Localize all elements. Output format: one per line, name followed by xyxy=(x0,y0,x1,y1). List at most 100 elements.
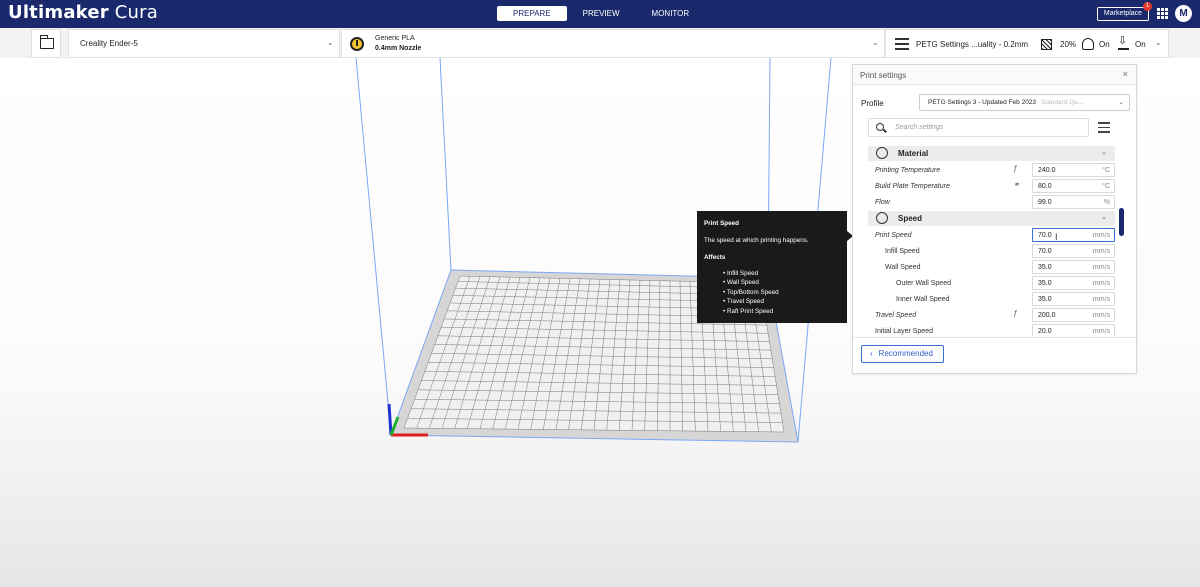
setting-field[interactable]: 20.0 mm/s xyxy=(1032,324,1115,336)
setting-row: Initial Layer Speed 20.0 mm/s xyxy=(868,324,1115,336)
text-cursor-icon: I xyxy=(1055,232,1058,242)
setting-value: 35.0 xyxy=(1038,280,1052,287)
chevron-down-icon: ⌄ xyxy=(327,38,334,47)
setting-label: Print Speed xyxy=(875,232,912,239)
divider xyxy=(853,337,1136,338)
folder-icon xyxy=(39,35,54,49)
setting-unit: mm/s xyxy=(1092,296,1110,303)
tab-monitor[interactable]: MONITOR xyxy=(636,6,706,21)
top-bar: Ultimaker Cura PREPARE PREVIEW MONITOR M… xyxy=(0,0,1200,28)
setting-label: Inner Wall Speed xyxy=(896,296,950,303)
setting-row: Travel Speed ƒ 200.0 mm/s xyxy=(868,308,1115,323)
setting-row: Infill Speed 70.0 mm/s xyxy=(868,244,1115,259)
setting-row: Build Plate Temperature ⚭ 80.0 °C xyxy=(868,179,1115,194)
speed-category-icon xyxy=(876,212,888,224)
setting-value: 99.0 xyxy=(1038,199,1052,206)
setting-field[interactable]: 240.0 °C xyxy=(1032,163,1115,177)
printer-selector[interactable]: Creality Ender-5 ⌄ xyxy=(68,29,340,58)
print-settings-panel: Print settings × Profile PETG Settings 3… xyxy=(852,64,1137,374)
close-icon[interactable]: × xyxy=(1123,69,1128,79)
setting-label: Build Plate Temperature xyxy=(875,183,950,190)
apps-grid-icon[interactable] xyxy=(1157,8,1168,19)
material-selector[interactable]: Generic PLA 0.4mm Nozzle ⌄ xyxy=(341,29,885,58)
setting-label: Wall Speed xyxy=(885,264,921,271)
build-volume-edge xyxy=(355,58,392,436)
tooltip-affects-label: Affects xyxy=(704,254,726,261)
function-icon: ƒ xyxy=(1013,164,1018,173)
open-file-button[interactable] xyxy=(31,29,61,58)
setting-unit: °C xyxy=(1102,167,1110,174)
setting-label: Printing Temperature xyxy=(875,167,941,174)
setting-field[interactable]: 70.0 mm/s xyxy=(1032,244,1115,258)
setting-value: 240.0 xyxy=(1038,167,1056,174)
settings-list: Material ⌄ Printing Temperature ƒ 240.0 … xyxy=(868,145,1115,336)
chevron-down-icon: ⌄ xyxy=(872,38,879,47)
tooltip-description: The speed at which printing happens. xyxy=(704,237,809,244)
tooltip-affects-list: • Infill Speed • Wall Speed • Top/Bottom… xyxy=(723,269,779,316)
panel-title: Print settings xyxy=(860,71,907,80)
infill-value: 20% xyxy=(1060,40,1077,49)
setting-row: Wall Speed 35.0 mm/s xyxy=(868,260,1115,275)
setting-label: Outer Wall Speed xyxy=(896,280,951,287)
setting-field[interactable]: 99.0 % xyxy=(1032,195,1115,209)
chevron-down-icon: ⌄ xyxy=(1155,38,1162,47)
material-name: Generic PLA xyxy=(375,35,415,42)
tab-prepare[interactable]: PREPARE xyxy=(497,6,567,21)
settings-scrollbar[interactable] xyxy=(1119,208,1124,236)
setting-field[interactable]: 35.0 mm/s xyxy=(1032,292,1115,306)
tooltip-affects-item: • Infill Speed xyxy=(723,270,759,277)
marketplace-button[interactable]: Marketplace xyxy=(1097,7,1149,21)
setting-value: 80.0 xyxy=(1038,183,1052,190)
print-settings-selector[interactable]: PETG Settings ...uality - 0.2mm 20% On O… xyxy=(885,29,1169,58)
setting-label: Flow xyxy=(875,199,890,206)
setting-row: Inner Wall Speed 35.0 mm/s xyxy=(868,292,1115,307)
setting-value: 35.0 xyxy=(1038,296,1052,303)
category-speed[interactable]: Speed ⌄ xyxy=(868,211,1115,226)
setting-unit: mm/s xyxy=(1092,280,1110,287)
account-avatar[interactable]: M xyxy=(1175,5,1192,22)
setting-label: Travel Speed xyxy=(875,312,917,319)
panel-header: Print settings × xyxy=(853,65,1136,85)
tooltip-affects-item: • Raft Print Speed xyxy=(723,307,774,315)
setting-row: Flow 99.0 % xyxy=(868,195,1115,210)
profile-dropdown[interactable]: PETG Settings 3 - Updated Feb 2023 Standa… xyxy=(919,94,1130,111)
setting-unit: mm/s xyxy=(1092,264,1110,271)
adhesion-icon xyxy=(1118,34,1129,50)
search-input[interactable]: Search settings xyxy=(868,118,1089,137)
z-axis-indicator xyxy=(387,403,393,436)
setting-unit: mm/s xyxy=(1092,248,1110,255)
settings-profile-label: PETG Settings ...uality - 0.2mm xyxy=(916,40,1029,49)
recommended-button[interactable]: ‹ Recommended xyxy=(861,345,944,363)
setting-field[interactable]: 80.0 °C xyxy=(1032,179,1115,193)
tab-preview[interactable]: PREVIEW xyxy=(567,6,636,21)
setting-field[interactable]: 35.0 mm/s xyxy=(1032,260,1115,274)
link-icon: ⚭ xyxy=(1013,180,1020,189)
build-volume-edge xyxy=(439,58,452,271)
profile-quality: Standard Qu... xyxy=(1041,99,1084,106)
setting-label: Infill Speed xyxy=(885,248,920,255)
adhesion-value: On xyxy=(1135,40,1146,49)
search-placeholder: Search settings xyxy=(895,124,944,131)
sliders-icon xyxy=(895,38,909,50)
setting-unit: °C xyxy=(1102,183,1110,190)
setting-unit: mm/s xyxy=(1092,312,1110,319)
material-category-icon xyxy=(876,147,888,159)
tooltip-affects-item: • Travel Speed xyxy=(723,298,765,306)
setting-value: 20.0 xyxy=(1038,328,1052,335)
setting-field[interactable]: 200.0 mm/s xyxy=(1032,308,1115,322)
tooltip-affects-item: • Top/Bottom Speed xyxy=(723,288,779,296)
chevron-down-icon: ⌄ xyxy=(1118,99,1124,106)
tooltip-title: Print Speed xyxy=(704,220,739,227)
recommended-label: Recommended xyxy=(878,349,933,358)
chevron-left-icon: ‹ xyxy=(870,349,873,358)
setting-field[interactable]: 35.0 mm/s xyxy=(1032,276,1115,290)
category-material[interactable]: Material ⌄ xyxy=(868,146,1115,161)
setting-row: Printing Temperature ƒ 240.0 °C xyxy=(868,163,1115,178)
setting-field[interactable]: 70.0 mm/s xyxy=(1032,228,1115,242)
settings-menu-icon[interactable] xyxy=(1098,122,1110,136)
setting-tooltip: Print Speed The speed at which printing … xyxy=(697,211,853,323)
stage-tabs: PREPARE PREVIEW MONITOR xyxy=(497,6,705,21)
material-spool-icon xyxy=(350,37,364,51)
profile-label: Profile xyxy=(861,99,884,108)
setting-value: 35.0 xyxy=(1038,264,1052,271)
